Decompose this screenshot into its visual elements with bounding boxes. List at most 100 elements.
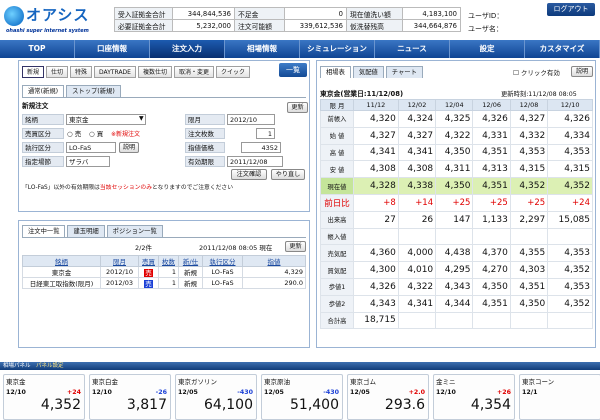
nav-simulation[interactable]: シミュレーション <box>300 40 375 58</box>
quote-cell[interactable]: 4,270 <box>472 261 511 279</box>
shitei-select[interactable]: ザラバ <box>66 156 110 167</box>
quote-cell[interactable]: 26 <box>397 210 437 229</box>
quote-cell[interactable]: 4,350 <box>435 143 474 162</box>
quote-cell[interactable] <box>472 311 511 330</box>
ticker-card[interactable]: 東京コーン 12/1 <box>519 374 600 420</box>
col-baibai[interactable]: 売買 <box>138 255 159 267</box>
quote-cell[interactable]: 147 <box>435 210 474 229</box>
tab-multi-close[interactable]: 複数仕切 <box>137 66 172 78</box>
buy-radio[interactable]: ○ 買 <box>89 128 103 138</box>
tab-special[interactable]: 特殊 <box>70 66 93 78</box>
sell-radio[interactable]: ○ 売 <box>67 128 81 138</box>
quote-cell[interactable] <box>547 311 593 330</box>
quote-cell[interactable]: +25 <box>509 193 549 212</box>
tab-daytrade[interactable]: DAYTRADE <box>94 66 136 78</box>
quote-cell[interactable]: 4,327 <box>509 110 549 128</box>
ticker-card[interactable]: 東京原油 12/05 -430 51,400 <box>261 374 343 420</box>
tab-close[interactable]: 仕切 <box>46 66 69 78</box>
quote-cell[interactable]: 4,353 <box>547 143 593 162</box>
meigara-select[interactable]: 東京金 <box>66 114 146 125</box>
quote-cell[interactable]: +8 <box>353 193 399 212</box>
quote-cell[interactable] <box>509 227 549 246</box>
quote-cell[interactable] <box>353 227 399 246</box>
quote-cell[interactable]: +14 <box>397 193 437 212</box>
quote-cell[interactable]: 4,352 <box>547 294 593 313</box>
quote-cell[interactable]: 4,351 <box>472 143 511 162</box>
quote-cell[interactable]: 4,353 <box>547 277 593 296</box>
ticker-card[interactable]: 東京金 12/10 +24 4,352 <box>3 374 85 420</box>
quote-cell[interactable]: +24 <box>547 193 593 212</box>
col-maisu[interactable]: 枚数 <box>158 255 179 267</box>
quote-cell[interactable]: +25 <box>435 193 474 212</box>
nav-account[interactable]: 口座情報 <box>75 40 150 58</box>
quote-cell[interactable]: 4,353 <box>547 244 593 263</box>
col-meigara[interactable]: 銘柄 <box>22 255 101 267</box>
reset-button[interactable]: やり直し <box>271 169 305 180</box>
quote-cell[interactable]: 4,352 <box>509 177 549 195</box>
quote-cell[interactable]: 4,334 <box>547 126 593 145</box>
quote-cell[interactable]: 4,353 <box>509 143 549 162</box>
quote-cell[interactable]: 4,315 <box>547 160 593 179</box>
tab-open-orders[interactable]: 注文中一覧 <box>22 225 66 237</box>
maisu-input[interactable]: 1 <box>256 128 275 139</box>
table-row[interactable]: 東京金 2012/10 売 1 新規 LO-FaS 4,329 <box>22 266 306 278</box>
quote-cell[interactable] <box>547 227 593 246</box>
list-update-button[interactable]: 更新 <box>285 241 306 252</box>
shikkou-select[interactable]: LO-FaS <box>66 142 116 153</box>
ticker-card[interactable]: 東京ゴム 12/05 +2.0 293.6 <box>347 374 429 420</box>
quote-cell[interactable]: 4,327 <box>353 126 399 145</box>
quote-cell[interactable]: 4,350 <box>435 177 474 195</box>
quote-cell[interactable]: 4,325 <box>435 110 474 128</box>
ticker-card[interactable]: 東京ガソリン 12/05 -430 64,100 <box>175 374 257 420</box>
quote-cell[interactable]: 1,133 <box>472 210 511 229</box>
nav-customize[interactable]: カスタマイズ <box>525 40 600 58</box>
confirm-order-button[interactable]: 注文確認 <box>231 169 267 180</box>
quote-cell[interactable]: 4,343 <box>435 277 474 296</box>
nav-order-entry[interactable]: 注文入力 <box>150 40 225 58</box>
tab-new[interactable]: 新規 <box>22 66 45 78</box>
quote-cell[interactable] <box>472 227 511 246</box>
col-shikkou[interactable]: 執行区分 <box>202 255 243 267</box>
quote-cell[interactable]: 4,327 <box>397 126 437 145</box>
tab-positions-detail[interactable]: 建玉明細 <box>67 225 105 237</box>
quote-cell[interactable] <box>397 227 437 246</box>
tab-chart[interactable]: チャート <box>385 66 423 78</box>
quote-cell[interactable]: 4,295 <box>435 261 474 279</box>
quote-cell[interactable]: 4,341 <box>353 143 399 162</box>
quote-cell[interactable]: 4,322 <box>397 277 437 296</box>
quote-cell[interactable]: 4,328 <box>353 177 399 195</box>
quote-cell[interactable]: 4,311 <box>435 160 474 179</box>
board-help-button[interactable]: 説明 <box>571 66 593 77</box>
quote-cell[interactable]: 4,350 <box>509 294 549 313</box>
click-enable-checkbox[interactable]: ☐ クリック有効 <box>513 67 560 77</box>
quote-cell[interactable]: 4,338 <box>397 177 437 195</box>
quote-cell[interactable]: 4,343 <box>353 294 399 313</box>
quote-cell[interactable]: 4,360 <box>353 244 399 263</box>
nav-market[interactable]: 相場情報 <box>225 40 300 58</box>
setsumei-button[interactable]: 説明 <box>119 142 139 153</box>
quote-cell[interactable] <box>509 311 549 330</box>
quote-cell[interactable]: 4,350 <box>472 277 511 296</box>
genjitsu-select[interactable]: 2012/10 <box>227 114 275 125</box>
quote-cell[interactable]: 18,715 <box>353 311 399 330</box>
table-row[interactable]: 日経東工取指数(限月) 2012/03 売 1 新規 LO-FaS 290.0 <box>22 277 306 289</box>
quote-cell[interactable]: 4,000 <box>397 244 437 263</box>
quote-cell[interactable]: 4,326 <box>472 110 511 128</box>
tab-position-list[interactable]: ポジション一覧 <box>106 225 163 237</box>
ticker-card[interactable]: 東京白金 12/10 -26 3,817 <box>89 374 171 420</box>
quote-cell[interactable]: 4,341 <box>397 294 437 313</box>
quote-cell[interactable]: +25 <box>472 193 511 212</box>
quote-cell[interactable]: 4,331 <box>472 126 511 145</box>
quote-cell[interactable]: 4,351 <box>509 277 549 296</box>
quote-cell[interactable]: 4,324 <box>397 110 437 128</box>
quote-cell[interactable]: 4,300 <box>353 261 399 279</box>
quote-cell[interactable]: 4,351 <box>472 177 511 195</box>
col-price[interactable]: 指値 <box>242 255 306 267</box>
quote-cell[interactable]: 4,370 <box>472 244 511 263</box>
col-newclose[interactable]: 新/仕 <box>178 255 203 267</box>
quote-cell[interactable] <box>435 311 474 330</box>
quote-cell[interactable]: 4,326 <box>547 110 593 128</box>
quote-panel-settings[interactable]: パネル設定 <box>36 363 64 369</box>
quote-cell[interactable]: 4,341 <box>397 143 437 162</box>
ticker-card[interactable]: 金ミニ 12/10 +26 4,354 <box>433 374 515 420</box>
